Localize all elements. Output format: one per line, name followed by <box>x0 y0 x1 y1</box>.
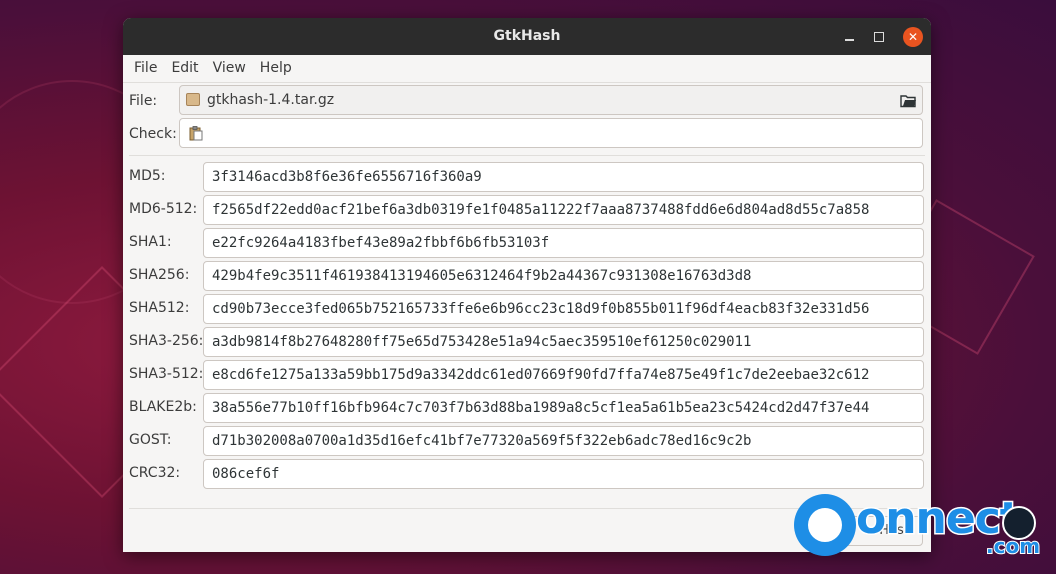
hash-label: SHA3-256: <box>129 333 204 349</box>
file-label: File: <box>129 93 158 109</box>
hash-label: SHA3-512: <box>129 366 204 382</box>
hash-value: f2565df22edd0acf21bef6a3db0319fe1f0485a1… <box>212 202 870 218</box>
file-name: gtkhash-1.4.tar.gz <box>207 92 335 108</box>
hash-output-field[interactable]: e8cd6fe1275a133a59bb175d9a3342ddc61ed076… <box>203 360 924 390</box>
hash-row-sha3-256: SHA3-256: a3db9814f8b27648280ff75e65d753… <box>123 327 931 357</box>
close-icon: ✕ <box>907 30 919 44</box>
hash-row-gost: GOST: d71b302008a0700a1d35d16efc41bf7e77… <box>123 426 931 456</box>
gtkhash-window: GtkHash ✕ File Edit View Help File: gtkhash… <box>123 18 931 552</box>
hash-row-sha512: SHA512: cd90b73ecce3fed065b752165733ffe6… <box>123 294 931 324</box>
hash-row-sha1: SHA1: e22fc9264a4183fbef43e89a2fbbf6b6fb… <box>123 228 931 258</box>
check-input[interactable] <box>179 118 923 148</box>
hash-output-field[interactable]: d71b302008a0700a1d35d16efc41bf7e77320a56… <box>203 426 924 456</box>
hash-label: MD5: <box>129 168 166 184</box>
watermark-suffix: .com <box>985 533 1041 559</box>
hash-label: SHA256: <box>129 267 190 283</box>
menu-help[interactable]: Help <box>257 55 295 82</box>
hash-value: a3db9814f8b27648280ff75e65d753428e51a94c… <box>212 334 752 350</box>
hash-output-field[interactable]: 3f3146acd3b8f6e36fe6556716f360a9 <box>203 162 924 192</box>
check-label: Check: <box>129 126 177 142</box>
hash-row-sha3-512: SHA3-512: e8cd6fe1275a133a59bb175d9a3342… <box>123 360 931 390</box>
file-chooser-button[interactable]: gtkhash-1.4.tar.gz <box>179 85 923 115</box>
hash-label: CRC32: <box>129 465 181 481</box>
hash-output-field[interactable]: a3db9814f8b27648280ff75e65d753428e51a94c… <box>203 327 924 357</box>
paste-icon[interactable] <box>189 126 203 141</box>
watermark-logo: onnect .com <box>792 492 1042 572</box>
hash-value: 38a556e77b10ff16bfb964c7c703f7b63d88ba19… <box>212 400 870 416</box>
hash-output-field[interactable]: 429b4fe9c3511f461938413194605e6312464f9b… <box>203 261 924 291</box>
hash-value: d71b302008a0700a1d35d16efc41bf7e77320a56… <box>212 433 752 449</box>
hash-label: MD6-512: <box>129 201 198 217</box>
hash-value: 3f3146acd3b8f6e36fe6556716f360a9 <box>212 169 482 185</box>
hash-value: e8cd6fe1275a133a59bb175d9a3342ddc61ed076… <box>212 367 870 383</box>
menu-file[interactable]: File <box>131 55 160 82</box>
hash-label: SHA512: <box>129 300 190 316</box>
open-folder-icon <box>900 95 916 108</box>
hash-value: cd90b73ecce3fed065b752165733ffe6e6b96cc2… <box>212 301 870 317</box>
archive-file-icon <box>186 93 200 106</box>
hash-row-md6-512: MD6-512: f2565df22edd0acf21bef6a3db0319f… <box>123 195 931 225</box>
hash-value: e22fc9264a4183fbef43e89a2fbbf6b6fb53103f <box>212 235 550 251</box>
hash-row-crc32: CRC32: 086cef6f <box>123 459 931 489</box>
maximize-button[interactable] <box>869 27 889 47</box>
separator <box>129 155 925 156</box>
hash-output-field[interactable]: cd90b73ecce3fed065b752165733ffe6e6b96cc2… <box>203 294 924 324</box>
hash-row-sha256: SHA256: 429b4fe9c3511f461938413194605e63… <box>123 261 931 291</box>
hash-label: SHA1: <box>129 234 172 250</box>
menu-edit[interactable]: Edit <box>168 55 201 82</box>
hash-label: BLAKE2b: <box>129 399 197 415</box>
hash-value: 086cef6f <box>212 466 280 482</box>
hash-row-md5: MD5: 3f3146acd3b8f6e36fe6556716f360a9 <box>123 162 931 192</box>
hash-output-field[interactable]: 38a556e77b10ff16bfb964c7c703f7b63d88ba19… <box>203 393 924 423</box>
minimize-button[interactable] <box>839 27 859 47</box>
hash-output-field[interactable]: f2565df22edd0acf21bef6a3db0319fe1f0485a1… <box>203 195 924 225</box>
watermark-c-icon <box>794 494 856 556</box>
title-bar[interactable]: GtkHash ✕ <box>123 18 931 55</box>
hash-row-blake2b: BLAKE2b: 38a556e77b10ff16bfb964c7c703f7b… <box>123 393 931 423</box>
close-button[interactable]: ✕ <box>903 27 923 47</box>
hash-value: 429b4fe9c3511f461938413194605e6312464f9b… <box>212 268 752 284</box>
hash-output-field[interactable]: e22fc9264a4183fbef43e89a2fbbf6b6fb53103f <box>203 228 924 258</box>
minimize-icon <box>844 39 854 41</box>
menu-view[interactable]: View <box>210 55 249 82</box>
hash-output-field[interactable]: 086cef6f <box>203 459 924 489</box>
hash-label: GOST: <box>129 432 172 448</box>
menu-bar: File Edit View Help <box>123 55 931 83</box>
window-title: GtkHash <box>493 28 561 44</box>
maximize-icon <box>874 32 884 42</box>
